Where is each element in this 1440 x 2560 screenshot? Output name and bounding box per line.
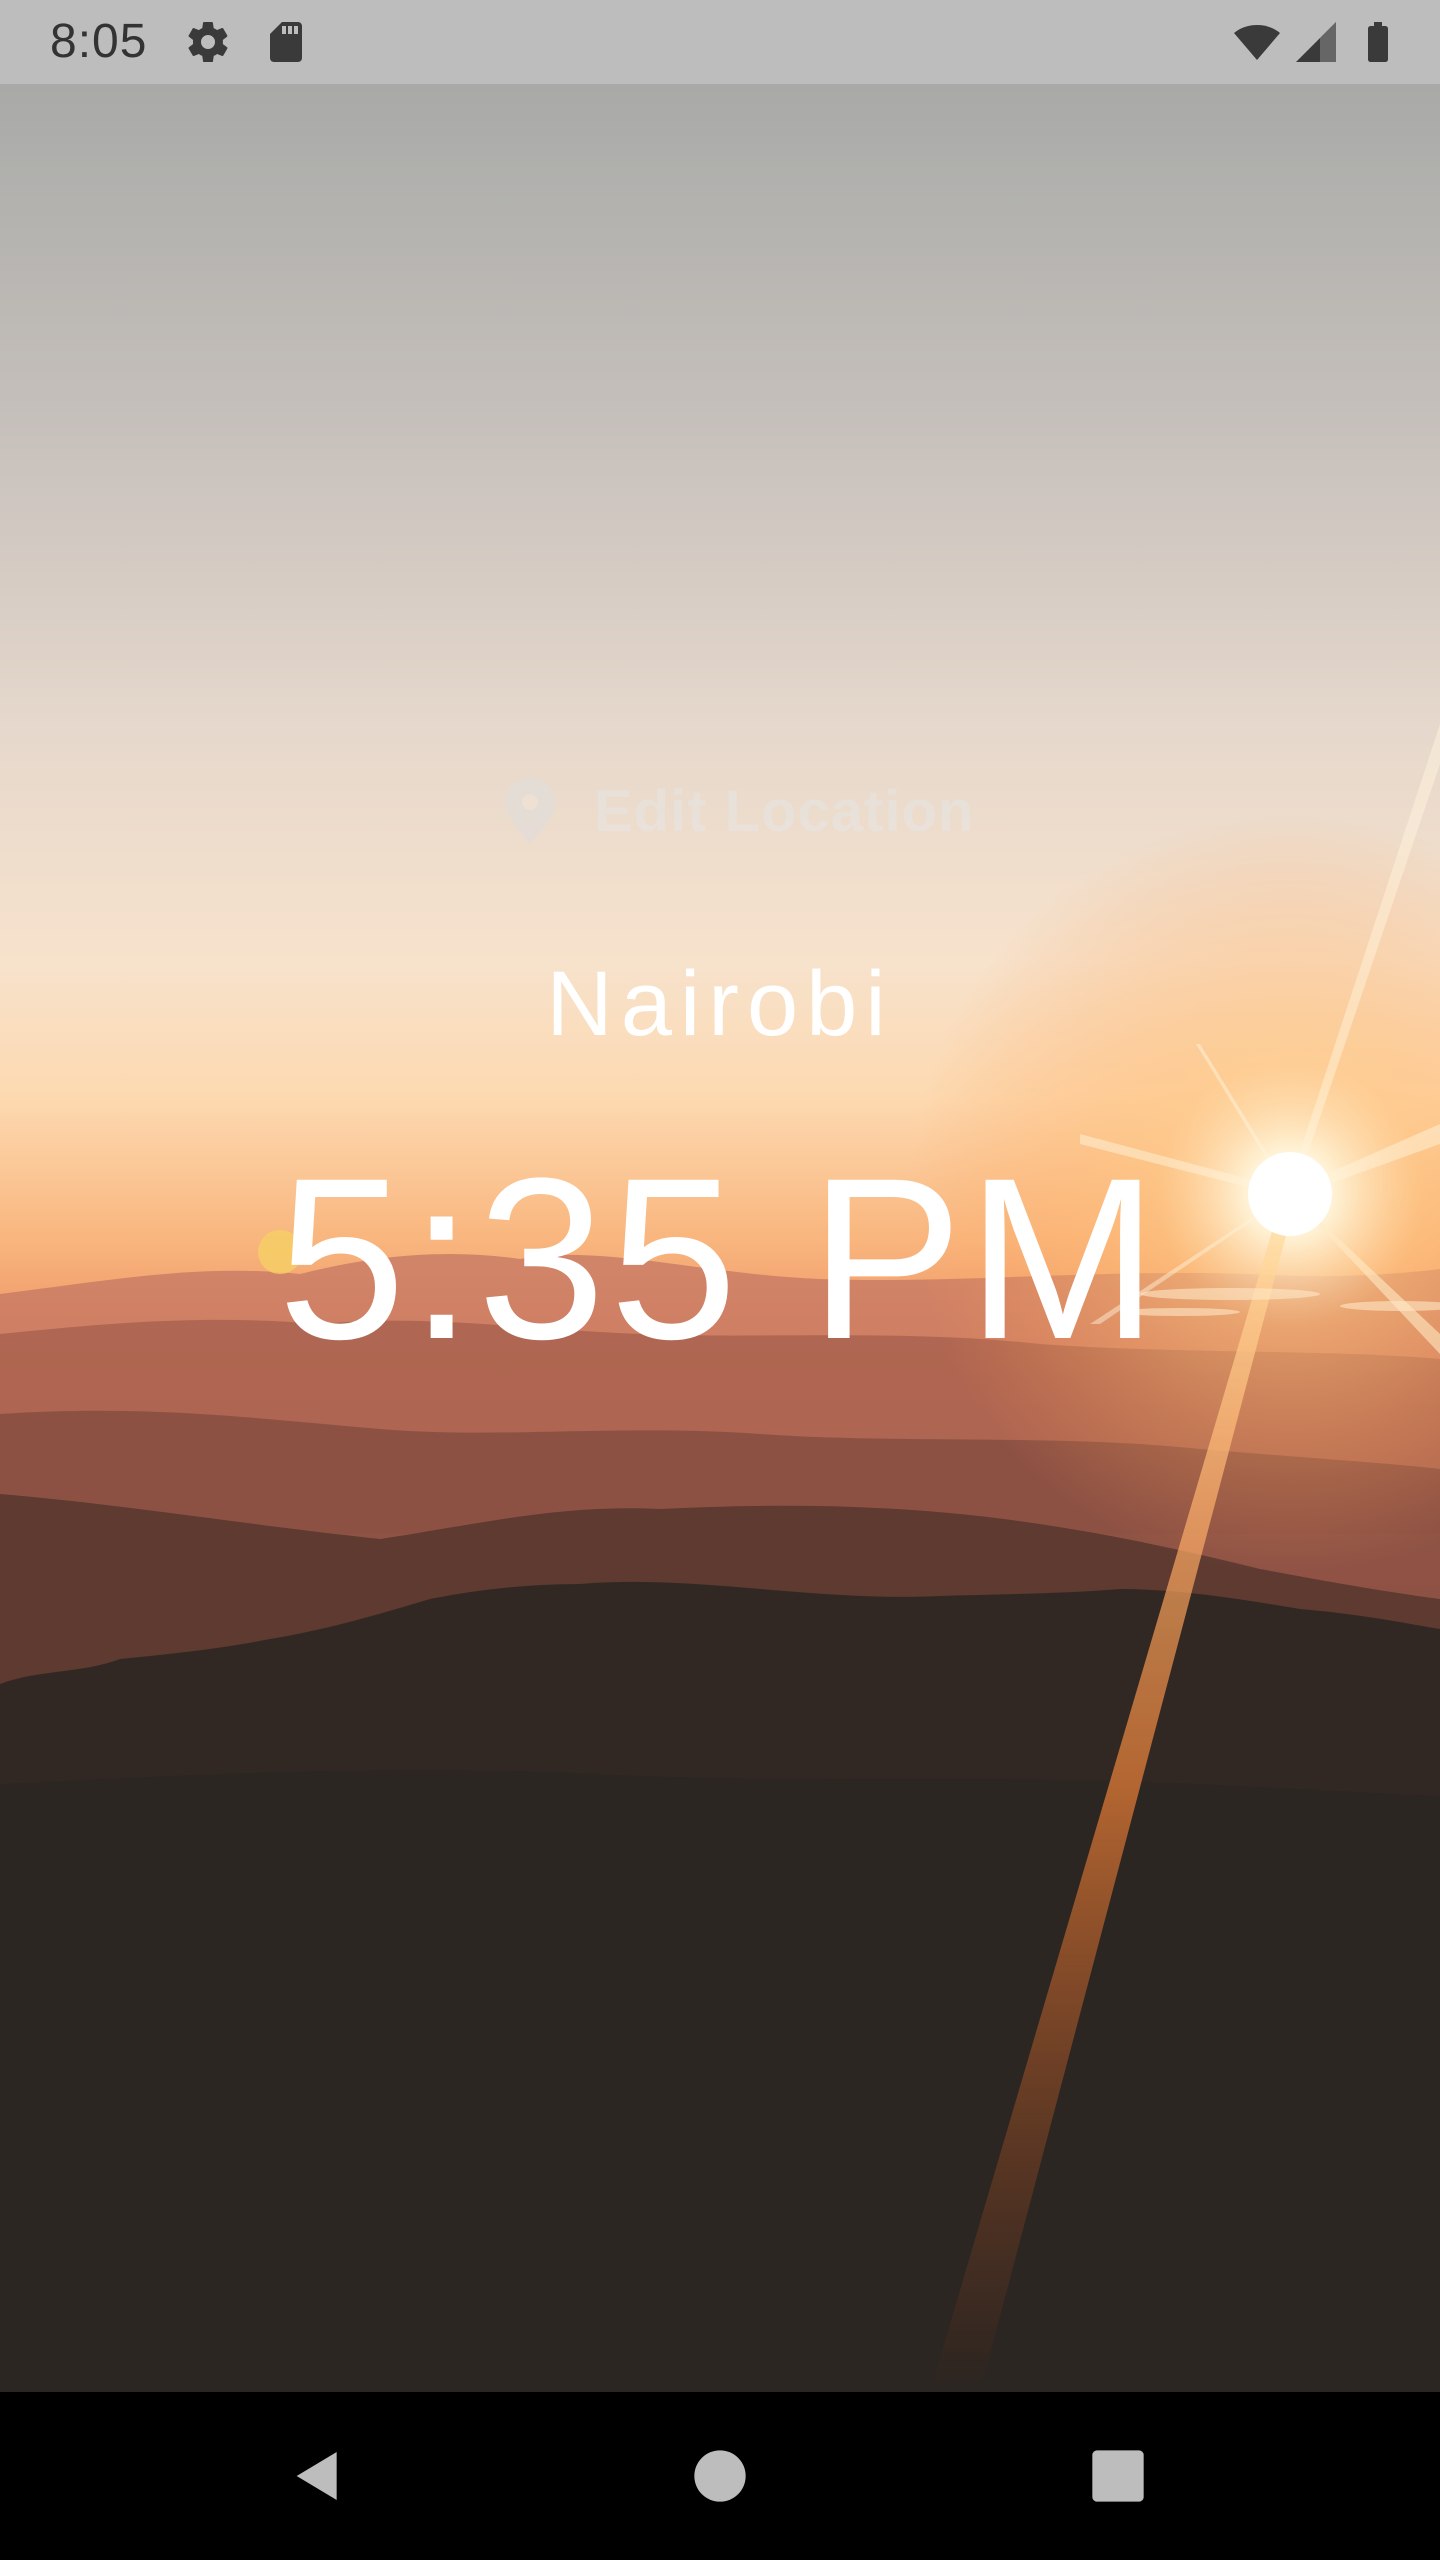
back-button[interactable] (278, 2436, 358, 2516)
recents-icon (1092, 2450, 1144, 2502)
screen: 8:05 Edit Location Nairobi 5:35 PM (0, 0, 1440, 2560)
main-content: Edit Location Nairobi 5:35 PM (0, 84, 1440, 2392)
local-time: 5:35 PM (277, 1130, 1163, 1387)
signal-icon (1292, 18, 1340, 66)
home-icon (694, 2450, 746, 2502)
location-pin-icon (505, 778, 555, 844)
wifi-icon (1230, 18, 1284, 66)
battery-icon (1354, 18, 1402, 66)
home-button[interactable] (680, 2436, 760, 2516)
sd-card-icon (262, 18, 310, 66)
gear-icon (184, 18, 232, 66)
edit-location-button[interactable]: Edit Location (480, 756, 994, 866)
recents-button[interactable] (1078, 2436, 1158, 2516)
city-name: Nairobi (546, 953, 894, 1055)
back-icon (296, 2452, 337, 2500)
edit-location-label: Edit Location (594, 778, 975, 844)
status-bar: 8:05 (0, 0, 1440, 84)
navigation-bar (0, 2392, 1440, 2560)
status-time: 8:05 (50, 15, 148, 68)
